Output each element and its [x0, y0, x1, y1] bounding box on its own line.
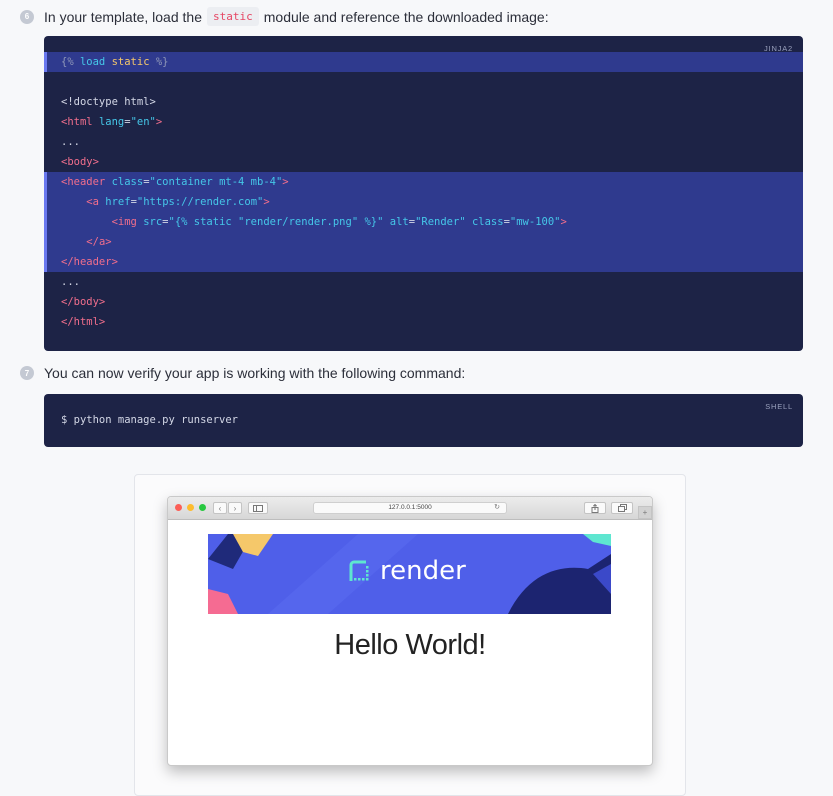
browser-window: ‹ › 127.0.0.1:5000 ↻ + render Hello Worl…	[167, 496, 653, 766]
code-line: <header class="container mt-4 mb-4">	[44, 172, 803, 192]
code-line: <html lang="en">	[61, 116, 163, 128]
zoom-dot-icon[interactable]	[199, 504, 206, 511]
hello-heading: Hello World!	[334, 629, 486, 661]
url-text: 127.0.0.1:5000	[388, 504, 432, 511]
code-line: <body>	[61, 156, 99, 168]
code-line: </html>	[61, 316, 106, 328]
render-logo-icon	[349, 560, 369, 581]
step-number: 6	[20, 9, 34, 24]
code-line: </header>	[44, 252, 803, 272]
reload-icon[interactable]: ↻	[494, 503, 500, 513]
new-tab-icon[interactable]: +	[638, 506, 652, 519]
code-block-shell[interactable]: SHELL $ python manage.py runserver	[44, 394, 803, 447]
code-line: </body>	[61, 296, 106, 308]
step-text-after: module and reference the downloaded imag…	[263, 8, 549, 25]
inline-code: static	[207, 7, 259, 26]
tabs-icon[interactable]	[611, 502, 633, 514]
code-line: ...	[61, 276, 80, 288]
logo-wordmark: render	[380, 556, 466, 586]
code-line: ...	[61, 136, 80, 148]
code-line: <!doctype html>	[61, 96, 156, 108]
code-line: <a href="https://render.com">	[44, 192, 803, 212]
code-line: {% load static %}	[44, 52, 803, 72]
code-line: <img src="{% static "render/render.png" …	[44, 212, 803, 232]
step-number: 7	[20, 366, 34, 380]
minimize-dot-icon[interactable]	[187, 504, 194, 511]
browser-toolbar: ‹ › 127.0.0.1:5000 ↻ +	[168, 497, 652, 520]
code-block-jinja2[interactable]: JINJA2 {% load static %} <!doctype html>…	[44, 36, 803, 351]
close-dot-icon[interactable]	[175, 504, 182, 511]
sidebar-icon[interactable]	[248, 502, 268, 514]
code-line: </a>	[44, 232, 803, 252]
step-text: You can now verify your app is working w…	[44, 365, 466, 381]
render-banner: render	[208, 534, 611, 614]
forward-icon[interactable]: ›	[228, 502, 242, 514]
highlight-bar	[44, 172, 47, 272]
step-7: 7 You can now verify your app is working…	[20, 365, 465, 381]
shell-command: $ python manage.py runserver	[61, 414, 239, 426]
share-icon[interactable]	[584, 502, 606, 514]
step-6: 6 In your template, load the static modu…	[20, 7, 549, 26]
back-icon[interactable]: ‹	[213, 502, 227, 514]
url-bar[interactable]: 127.0.0.1:5000 ↻	[313, 502, 507, 514]
highlight-bar	[44, 52, 47, 72]
step-text: In your template, load the	[44, 8, 202, 25]
